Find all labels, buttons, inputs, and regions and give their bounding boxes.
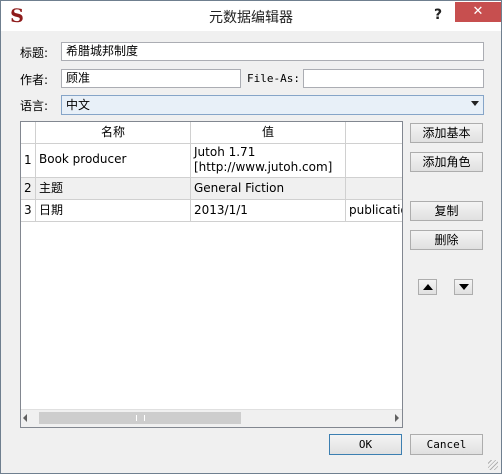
cell-value[interactable]: General Fiction — [191, 178, 346, 200]
language-select[interactable]: 中文 — [61, 95, 484, 115]
file-as-field[interactable] — [303, 69, 484, 88]
scroll-left-icon[interactable] — [23, 414, 27, 422]
cell-name[interactable]: Book producer — [36, 144, 191, 178]
move-up-button[interactable] — [418, 279, 437, 295]
column-header-extra[interactable] — [346, 122, 402, 144]
row-number: 2 — [21, 178, 36, 200]
move-down-button[interactable] — [454, 279, 473, 295]
add-basic-button[interactable]: 添加基本 — [410, 123, 483, 143]
column-header-name[interactable]: 名称 — [36, 122, 191, 144]
cell-name[interactable]: 主题 — [36, 178, 191, 200]
ok-button[interactable]: OK — [329, 434, 402, 455]
arrow-up-icon — [423, 284, 433, 290]
cell-extra[interactable]: publicatio — [346, 200, 402, 222]
row-number: 1 — [21, 144, 36, 178]
metadata-editor-window: S 元数据编辑器 ? ✕ 标题: 希腊城邦制度 作者: 顾准 File-As: … — [0, 0, 502, 474]
grip-icon — [136, 415, 145, 421]
language-selected-value: 中文 — [66, 98, 91, 112]
cell-name[interactable]: 日期 — [36, 200, 191, 222]
scrollbar-thumb[interactable] — [39, 412, 241, 424]
cell-extra[interactable] — [346, 144, 402, 178]
row-number: 3 — [21, 200, 36, 222]
author-label: 作者: — [20, 73, 49, 87]
arrow-down-icon — [459, 284, 469, 290]
dropdown-arrow-icon[interactable] — [471, 101, 479, 106]
resize-grip-icon[interactable] — [488, 460, 498, 470]
window-title: 元数据编辑器 — [209, 10, 293, 26]
scroll-right-icon[interactable] — [395, 414, 399, 422]
language-label: 语言: — [20, 99, 49, 113]
table-corner — [21, 122, 36, 144]
column-header-value[interactable]: 值 — [191, 122, 346, 144]
delete-button[interactable]: 删除 — [410, 230, 483, 250]
file-as-label: File-As: — [247, 72, 300, 85]
cell-value[interactable]: Jutoh 1.71 [http://www.jutoh.com] — [191, 144, 346, 178]
title-label: 标题: — [20, 46, 49, 60]
add-role-button[interactable]: 添加角色 — [410, 152, 483, 172]
title-field[interactable]: 希腊城邦制度 — [61, 42, 484, 61]
horizontal-scrollbar[interactable] — [21, 409, 402, 427]
cell-extra[interactable] — [346, 178, 402, 200]
author-field[interactable]: 顾准 — [61, 69, 241, 88]
cell-value[interactable]: 2013/1/1 — [191, 200, 346, 222]
close-button[interactable]: ✕ — [455, 2, 501, 22]
copy-button[interactable]: 复制 — [410, 201, 483, 221]
metadata-table[interactable]: 名称 值 1 Book producer Jutoh 1.71 [http://… — [20, 121, 403, 428]
cancel-button[interactable]: Cancel — [410, 434, 483, 455]
help-button[interactable]: ? — [429, 5, 447, 25]
title-bar: S 元数据编辑器 ? ✕ — [1, 1, 501, 31]
